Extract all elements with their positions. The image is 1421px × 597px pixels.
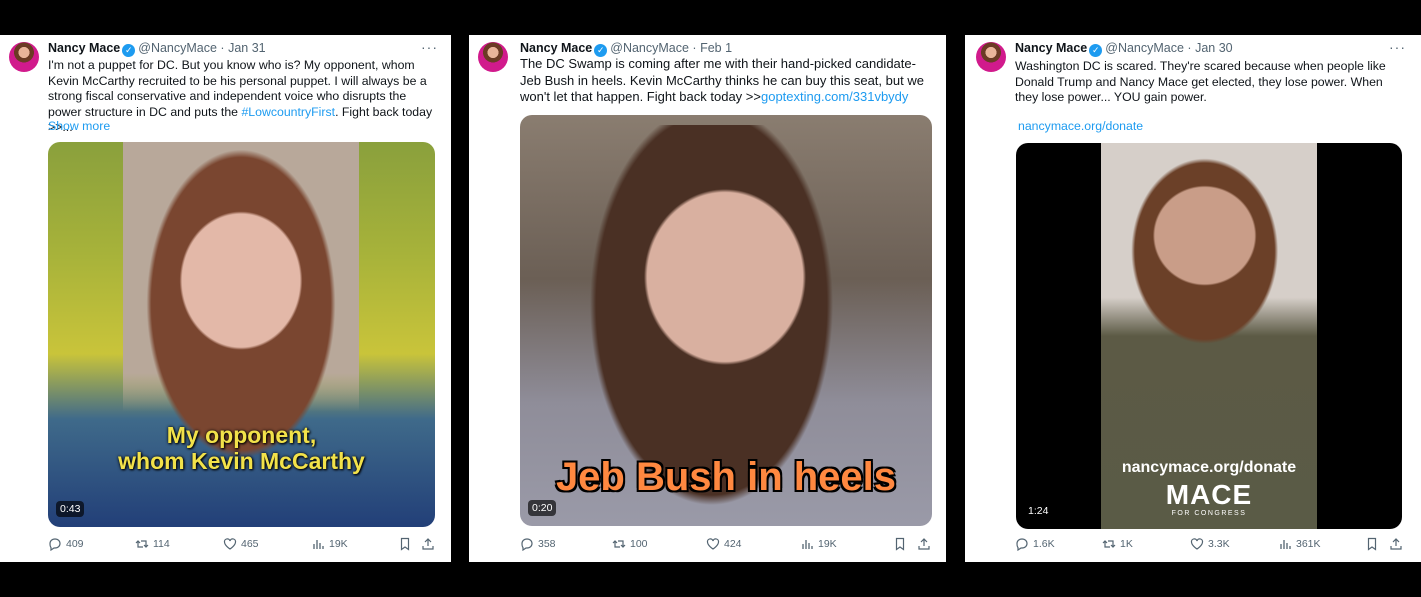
video-player[interactable]: My opponent, whom Kevin McCarthy 0:43 xyxy=(48,142,435,527)
views-button[interactable]: 19K xyxy=(800,537,837,551)
video-duration: 0:20 xyxy=(528,500,557,516)
tweet-header: Nancy Mace ✓ @NancyMace · Jan 30 xyxy=(1015,41,1233,57)
campaign-logo: MACE FOR CONGRESS xyxy=(1016,479,1402,518)
share-icon xyxy=(422,538,434,550)
views-button[interactable]: 19K xyxy=(311,537,348,551)
reply-button[interactable]: 1.6K xyxy=(1015,537,1055,551)
retweet-button[interactable]: 1K xyxy=(1102,537,1133,551)
caption-line: My opponent, xyxy=(166,422,317,448)
bookmark-icon xyxy=(400,537,410,551)
bookmark-icon xyxy=(1367,537,1377,551)
author-name[interactable]: Nancy Mace xyxy=(48,41,120,55)
reply-button[interactable]: 409 xyxy=(48,537,84,551)
tweet-date[interactable]: Feb 1 xyxy=(700,41,732,55)
reply-count: 358 xyxy=(538,538,556,550)
share-icon xyxy=(918,538,930,550)
views-icon xyxy=(313,540,324,549)
author-name[interactable]: Nancy Mace xyxy=(1015,41,1087,55)
video-caption: nancymace.org/donate xyxy=(1121,459,1297,476)
avatar[interactable] xyxy=(976,42,1006,72)
verified-icon: ✓ xyxy=(122,44,136,57)
share-button[interactable] xyxy=(421,537,439,551)
video-caption: Jeb Bush in heels xyxy=(555,455,897,499)
reply-count: 1.6K xyxy=(1033,538,1055,550)
views-icon xyxy=(802,540,813,549)
logo-subtext: FOR CONGRESS xyxy=(1171,510,1247,517)
tweet-text: Washington DC is scared. They're scared … xyxy=(1015,59,1386,105)
tweet-header: Nancy Mace ✓ @NancyMace · Jan 31 xyxy=(48,41,266,57)
tweet-date[interactable]: Jan 30 xyxy=(1195,41,1233,55)
like-icon xyxy=(223,538,237,550)
bookmark-button[interactable] xyxy=(398,537,416,551)
retweet-button[interactable]: 100 xyxy=(612,537,648,551)
external-link[interactable]: goptexting.com/331vbydy xyxy=(761,89,908,104)
avatar[interactable] xyxy=(9,42,39,72)
author-handle[interactable]: @NancyMace xyxy=(610,41,689,55)
share-button[interactable] xyxy=(917,537,935,551)
video-duration: 0:43 xyxy=(56,501,85,517)
retweet-icon xyxy=(135,540,149,548)
hashtag-link[interactable]: #LowcountryFirst xyxy=(241,105,335,119)
like-count: 3.3K xyxy=(1208,538,1230,550)
like-button[interactable]: 3.3K xyxy=(1190,537,1230,551)
avatar[interactable] xyxy=(478,42,508,72)
video-duration: 1:24 xyxy=(1024,503,1053,519)
author-handle[interactable]: @NancyMace xyxy=(1105,41,1184,55)
retweet-button[interactable]: 114 xyxy=(135,537,170,551)
share-icon xyxy=(1390,538,1402,550)
retweet-icon xyxy=(612,540,626,548)
views-icon xyxy=(1280,540,1291,549)
tweet-date[interactable]: Jan 31 xyxy=(228,41,266,55)
like-icon xyxy=(706,538,720,550)
retweet-icon xyxy=(1102,540,1116,548)
like-icon xyxy=(1190,538,1204,550)
tweet-card-3[interactable]: Nancy Mace ✓ @NancyMace · Jan 30 ··· Washi… xyxy=(965,35,1421,562)
reply-icon xyxy=(49,538,61,551)
retweet-count: 114 xyxy=(153,538,170,550)
reply-count: 409 xyxy=(66,538,84,550)
caption-line: whom Kevin McCarthy xyxy=(118,448,365,474)
bookmark-button[interactable] xyxy=(1365,537,1383,551)
show-more-link[interactable]: Show more xyxy=(48,119,110,133)
retweet-count: 100 xyxy=(630,538,648,550)
tweet-card-1[interactable]: Nancy Mace ✓ @NancyMace · Jan 31 ··· I'm n… xyxy=(0,35,451,562)
tweet-header: Nancy Mace ✓ @NancyMace · Feb 1 xyxy=(520,41,733,57)
views-count: 19K xyxy=(329,538,348,550)
tweet-card-2[interactable]: Nancy Mace ✓ @NancyMace · Feb 1 The DC Swa… xyxy=(469,35,946,562)
reply-icon xyxy=(1016,538,1028,551)
bookmark-button[interactable] xyxy=(893,537,911,551)
like-button[interactable]: 424 xyxy=(706,537,742,551)
views-button[interactable]: 361K xyxy=(1278,537,1321,551)
like-button[interactable]: 465 xyxy=(223,537,259,551)
bookmark-icon xyxy=(895,537,905,551)
views-count: 361K xyxy=(1296,538,1321,550)
verified-icon: ✓ xyxy=(1089,44,1103,57)
tweet-text: The DC Swamp is coming after me with the… xyxy=(520,56,935,106)
author-handle[interactable]: @NancyMace xyxy=(138,41,217,55)
video-caption: My opponent, whom Kevin McCarthy xyxy=(48,422,435,474)
donate-link[interactable]: nancymace.org/donate xyxy=(1018,119,1143,133)
logo-text: MACE xyxy=(1165,479,1253,510)
retweet-count: 1K xyxy=(1120,538,1133,550)
video-player[interactable]: Jeb Bush in heels 0:20 xyxy=(520,115,932,526)
views-count: 19K xyxy=(818,538,837,550)
like-count: 424 xyxy=(724,538,742,550)
like-count: 465 xyxy=(241,538,259,550)
video-player[interactable]: nancymace.org/donate MACE FOR CONGRESS 1… xyxy=(1016,143,1402,529)
share-button[interactable] xyxy=(1389,537,1407,551)
author-name[interactable]: Nancy Mace xyxy=(520,41,592,55)
more-icon[interactable]: ··· xyxy=(1389,39,1406,55)
reply-icon xyxy=(521,538,533,551)
reply-button[interactable]: 358 xyxy=(520,537,556,551)
more-icon[interactable]: ··· xyxy=(421,39,438,55)
